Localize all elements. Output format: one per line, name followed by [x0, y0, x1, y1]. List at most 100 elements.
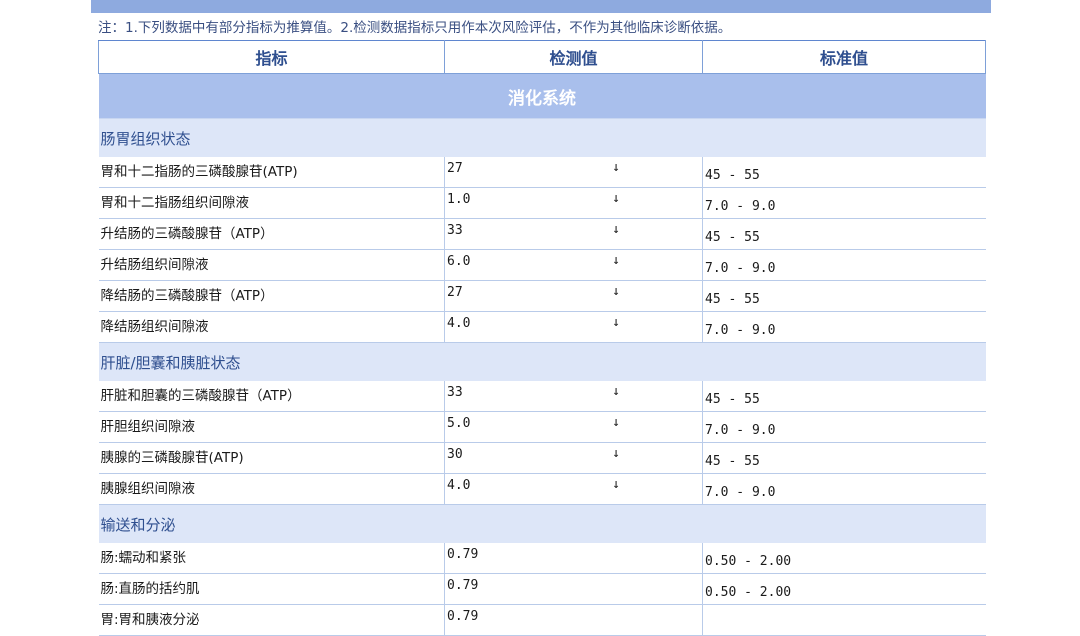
table-row: 胃和十二指肠组织间隙液 1.0 ↓ 7.0 - 9.0	[98, 187, 986, 219]
section-title: 肠胃组织状态	[98, 118, 986, 157]
indicator-name: 肠:直肠的括约肌	[100, 581, 200, 597]
standard-range: 7.0 - 9.0	[705, 199, 776, 214]
table-row: 降结肠组织间隙液 4.0 ↓ 7.0 - 9.0	[98, 311, 986, 343]
down-arrow-icon: ↓	[612, 253, 620, 268]
indicator-cell: 肠:直肠的括约肌	[98, 573, 445, 605]
down-arrow-icon: ↓	[612, 160, 620, 175]
indicator-name: 降结肠的三磷酸腺苷（ATP）	[100, 288, 274, 304]
measured-value: 6.0	[447, 254, 471, 269]
indicator-name: 升结肠组织间隙液	[100, 257, 209, 273]
measured-wrapper: 5.0 ↓	[447, 412, 702, 432]
standard-cell: 0.50 - 2.00	[702, 573, 986, 605]
down-arrow-icon: ↓	[612, 191, 620, 206]
table-row: 肝胆组织间隙液 5.0 ↓ 7.0 - 9.0	[98, 411, 986, 443]
section-title: 输送和分泌	[98, 504, 986, 543]
standard-range	[705, 605, 986, 616]
standard-cell: 7.0 - 9.0	[702, 249, 986, 281]
standard-range: 45 - 55	[705, 292, 760, 307]
standard-range: 45 - 55	[705, 168, 760, 183]
standard-range: 0.50 - 2.00	[705, 554, 792, 569]
down-arrow-icon: ↓	[612, 315, 620, 330]
table-row: 降结肠的三磷酸腺苷（ATP） 27 ↓ 45 - 55	[98, 280, 986, 312]
indicator-cell: 降结肠组织间隙液	[98, 311, 445, 343]
section-title: 肝脏/胆囊和胰脏状态	[98, 342, 986, 381]
standard-cell: 7.0 - 9.0	[702, 187, 986, 219]
measured-cell: 27 ↓	[444, 157, 703, 188]
section-row: 输送和分泌	[98, 504, 986, 543]
indicator-name: 胰腺的三磷酸腺苷(ATP)	[100, 450, 244, 466]
table-row: 胃:胃和胰液分泌 0.79	[98, 604, 986, 636]
measured-cell: 33 ↓	[444, 381, 703, 412]
measured-cell: 4.0 ↓	[444, 311, 703, 343]
indicator-cell: 胃和十二指肠组织间隙液	[98, 187, 445, 219]
indicator-name: 肝胆组织间隙液	[100, 419, 196, 435]
measured-value: 0.79	[447, 547, 479, 562]
measured-wrapper: 4.0 ↓	[447, 474, 702, 494]
indicator-cell: 胃:胃和胰液分泌	[98, 604, 445, 636]
table-row: 胰腺的三磷酸腺苷(ATP) 30 ↓ 45 - 55	[98, 442, 986, 474]
standard-cell: 7.0 - 9.0	[702, 411, 986, 443]
indicator-cell: 胰腺的三磷酸腺苷(ATP)	[98, 442, 445, 474]
table-header-row: 指标 检测值 标准值	[98, 40, 986, 74]
standard-range: 45 - 55	[705, 392, 760, 407]
measured-value: 33	[447, 223, 463, 238]
measured-cell: 0.79	[444, 573, 703, 605]
indicator-name: 胃和十二指肠的三磷酸腺苷(ATP)	[100, 164, 298, 180]
down-arrow-icon: ↓	[612, 222, 620, 237]
measured-wrapper: 27 ↓	[447, 157, 702, 177]
measured-wrapper: 33 ↓	[447, 219, 702, 239]
indicator-name: 降结肠组织间隙液	[100, 319, 209, 335]
report-table: 指标 检测值 标准值 消化系统 肠胃组织状态胃和十二指肠的三磷酸腺苷(ATP) 2…	[98, 40, 986, 636]
system-title-row: 消化系统	[98, 73, 986, 119]
measured-value: 4.0	[447, 478, 471, 493]
indicator-name: 升结肠的三磷酸腺苷（ATP）	[100, 226, 274, 242]
indicator-cell: 胃和十二指肠的三磷酸腺苷(ATP)	[98, 157, 445, 188]
indicator-name: 肠:蠕动和紧张	[100, 550, 187, 566]
measured-value: 33	[447, 385, 463, 400]
measured-value: 4.0	[447, 316, 471, 331]
standard-cell: 45 - 55	[702, 381, 986, 412]
indicator-cell: 肝胆组织间隙液	[98, 411, 445, 443]
measured-cell: 4.0 ↓	[444, 473, 703, 505]
measured-cell: 27 ↓	[444, 280, 703, 312]
section-row: 肝脏/胆囊和胰脏状态	[98, 342, 986, 381]
measured-value: 0.79	[447, 609, 479, 624]
standard-cell: 45 - 55	[702, 280, 986, 312]
standard-cell	[702, 604, 986, 636]
standard-range: 7.0 - 9.0	[705, 323, 776, 338]
measured-value: 30	[447, 447, 463, 462]
measured-wrapper: 4.0 ↓	[447, 312, 702, 332]
system-title: 消化系统	[98, 73, 986, 119]
indicator-cell: 肝脏和胆囊的三磷酸腺苷（ATP）	[98, 381, 445, 412]
measured-cell: 5.0 ↓	[444, 411, 703, 443]
measured-cell: 33 ↓	[444, 218, 703, 250]
standard-cell: 45 - 55	[702, 157, 986, 188]
table-row: 肠:蠕动和紧张 0.79 0.50 - 2.00	[98, 543, 986, 574]
measured-cell: 0.79	[444, 604, 703, 636]
indicator-name: 胃和十二指肠组织间隙液	[100, 195, 250, 211]
down-arrow-icon: ↓	[612, 384, 620, 399]
standard-cell: 0.50 - 2.00	[702, 543, 986, 574]
table-row: 胰腺组织间隙液 4.0 ↓ 7.0 - 9.0	[98, 473, 986, 505]
standard-cell: 45 - 55	[702, 442, 986, 474]
standard-range: 45 - 55	[705, 454, 760, 469]
measured-wrapper: 0.79	[447, 543, 702, 562]
standard-range: 45 - 55	[705, 230, 760, 245]
measured-value: 27	[447, 161, 463, 176]
measured-wrapper: 0.79	[447, 574, 702, 593]
top-banner	[91, 0, 991, 13]
standard-range: 0.50 - 2.00	[705, 585, 792, 600]
disclaimer-note: 注：1.下列数据中有部分指标为推算值。2.检测数据指标只用作本次风险评估，不作为…	[98, 20, 732, 36]
table-row: 升结肠的三磷酸腺苷（ATP） 33 ↓ 45 - 55	[98, 218, 986, 250]
indicator-cell: 升结肠的三磷酸腺苷（ATP）	[98, 218, 445, 250]
standard-cell: 7.0 - 9.0	[702, 473, 986, 505]
measured-wrapper: 0.79	[447, 605, 702, 624]
standard-cell: 7.0 - 9.0	[702, 311, 986, 343]
standard-range: 7.0 - 9.0	[705, 485, 776, 500]
down-arrow-icon: ↓	[612, 284, 620, 299]
indicator-cell: 胰腺组织间隙液	[98, 473, 445, 505]
measured-wrapper: 33 ↓	[447, 381, 702, 401]
indicator-name: 胰腺组织间隙液	[100, 481, 196, 497]
measured-value: 5.0	[447, 416, 471, 431]
table-row: 肠:直肠的括约肌 0.79 0.50 - 2.00	[98, 573, 986, 605]
